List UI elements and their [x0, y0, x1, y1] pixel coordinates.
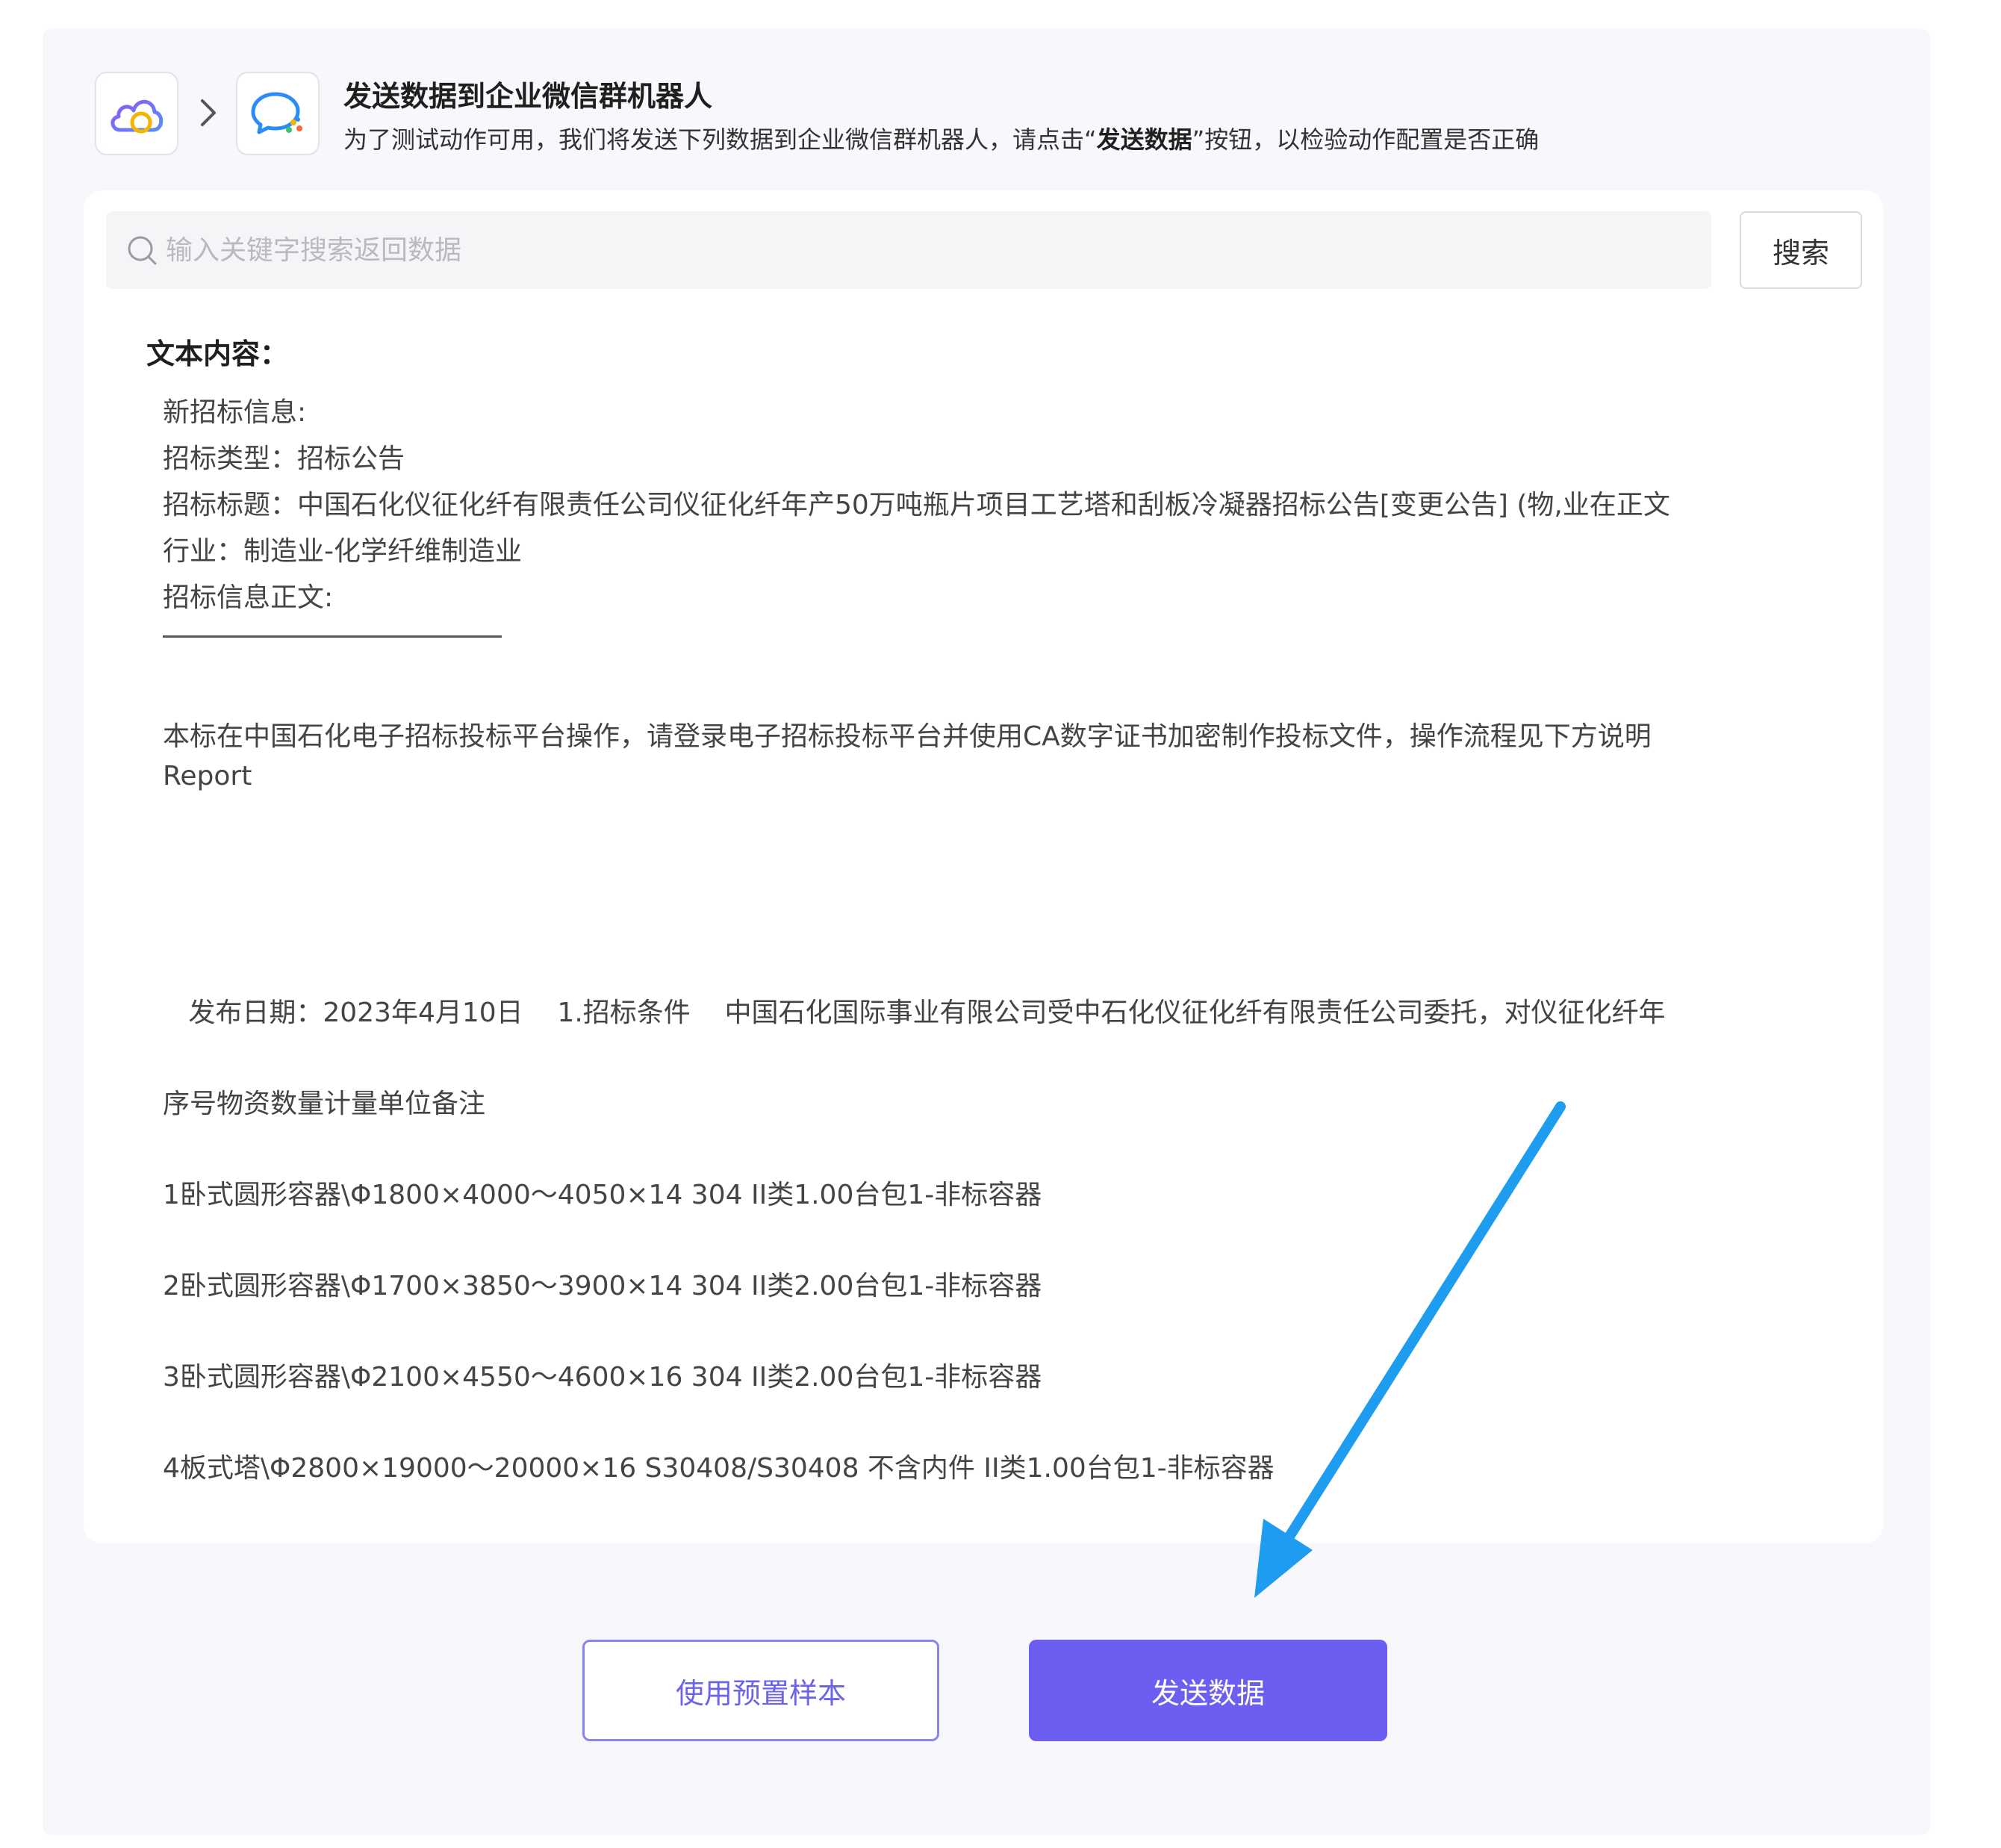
content-divider: [163, 635, 502, 638]
content-heading: 文本内容：: [146, 337, 289, 370]
source-app-badge: [95, 72, 178, 155]
content-line: 序号物资数量计量单位备注: [163, 1089, 486, 1119]
search-bar: [106, 211, 1711, 289]
send-data-button[interactable]: 发送数据: [1029, 1640, 1387, 1741]
wechat-work-bot-icon: [251, 92, 302, 134]
content-line: 3卧式圆形容器\Φ2100×4550～4600×16 304 II类2.00台包…: [163, 1362, 1042, 1393]
target-app-badge: [236, 72, 320, 155]
return-data-card: 搜索 文本内容： 新招标信息: 招标类型：招标公告 招标标题：中国石化仪征化纤有…: [84, 190, 1883, 1543]
description-highlight: 发送数据: [1096, 125, 1192, 154]
content-line: 发布日期：2023年4月10日 1.招标条件 中国石化国际事业有限公司受中石化仪…: [163, 998, 1666, 1028]
content-line: 本标在中国石化电子招标投标平台操作，请登录电子招标投标平台并使用CA数字证书加密…: [163, 721, 1652, 752]
use-preset-sample-button[interactable]: 使用预置样本: [582, 1640, 939, 1741]
content-line: 招标类型：招标公告: [163, 444, 405, 474]
content-line: 新招标信息:: [163, 397, 307, 428]
content-line: 2卧式圆形容器\Φ1700×3850～3900×14 304 II类2.00台包…: [163, 1271, 1042, 1301]
text-content: 文本内容： 新招标信息: 招标类型：招标公告 招标标题：中国石化仪征化纤有限责任…: [146, 331, 1870, 1484]
search-icon: [125, 234, 158, 267]
description-text-start: 为了测试动作可用，我们将发送下列数据到企业微信群机器人，请点击“: [343, 125, 1097, 154]
search-button[interactable]: 搜索: [1740, 211, 1862, 289]
page-description: 为了测试动作可用，我们将发送下列数据到企业微信群机器人，请点击“发送数据”按钮，…: [343, 121, 1539, 155]
content-line: 1卧式圆形容器\Φ1800×4000～4050×14 304 II类1.00台包…: [163, 1180, 1042, 1210]
content-line: 招标信息正文:: [163, 582, 334, 613]
description-text-end: ”按钮，以检验动作配置是否正确: [1192, 125, 1540, 154]
content-line: 招标标题：中国石化仪征化纤有限责任公司仪征化纤年产50万吨瓶片项目工艺塔和刮板冷…: [163, 490, 1670, 520]
chevron-right-icon: [196, 96, 221, 130]
search-input[interactable]: [164, 220, 1690, 281]
page-title: 发送数据到企业微信群机器人: [343, 80, 713, 113]
content-line: 行业：制造业-化学纤维制造业: [163, 536, 522, 567]
content-line: 4板式塔\Φ2800×19000～20000×16 S30408/S30408 …: [163, 1453, 1275, 1484]
cloud-icon: [111, 99, 164, 134]
content-line: Report: [163, 761, 252, 791]
